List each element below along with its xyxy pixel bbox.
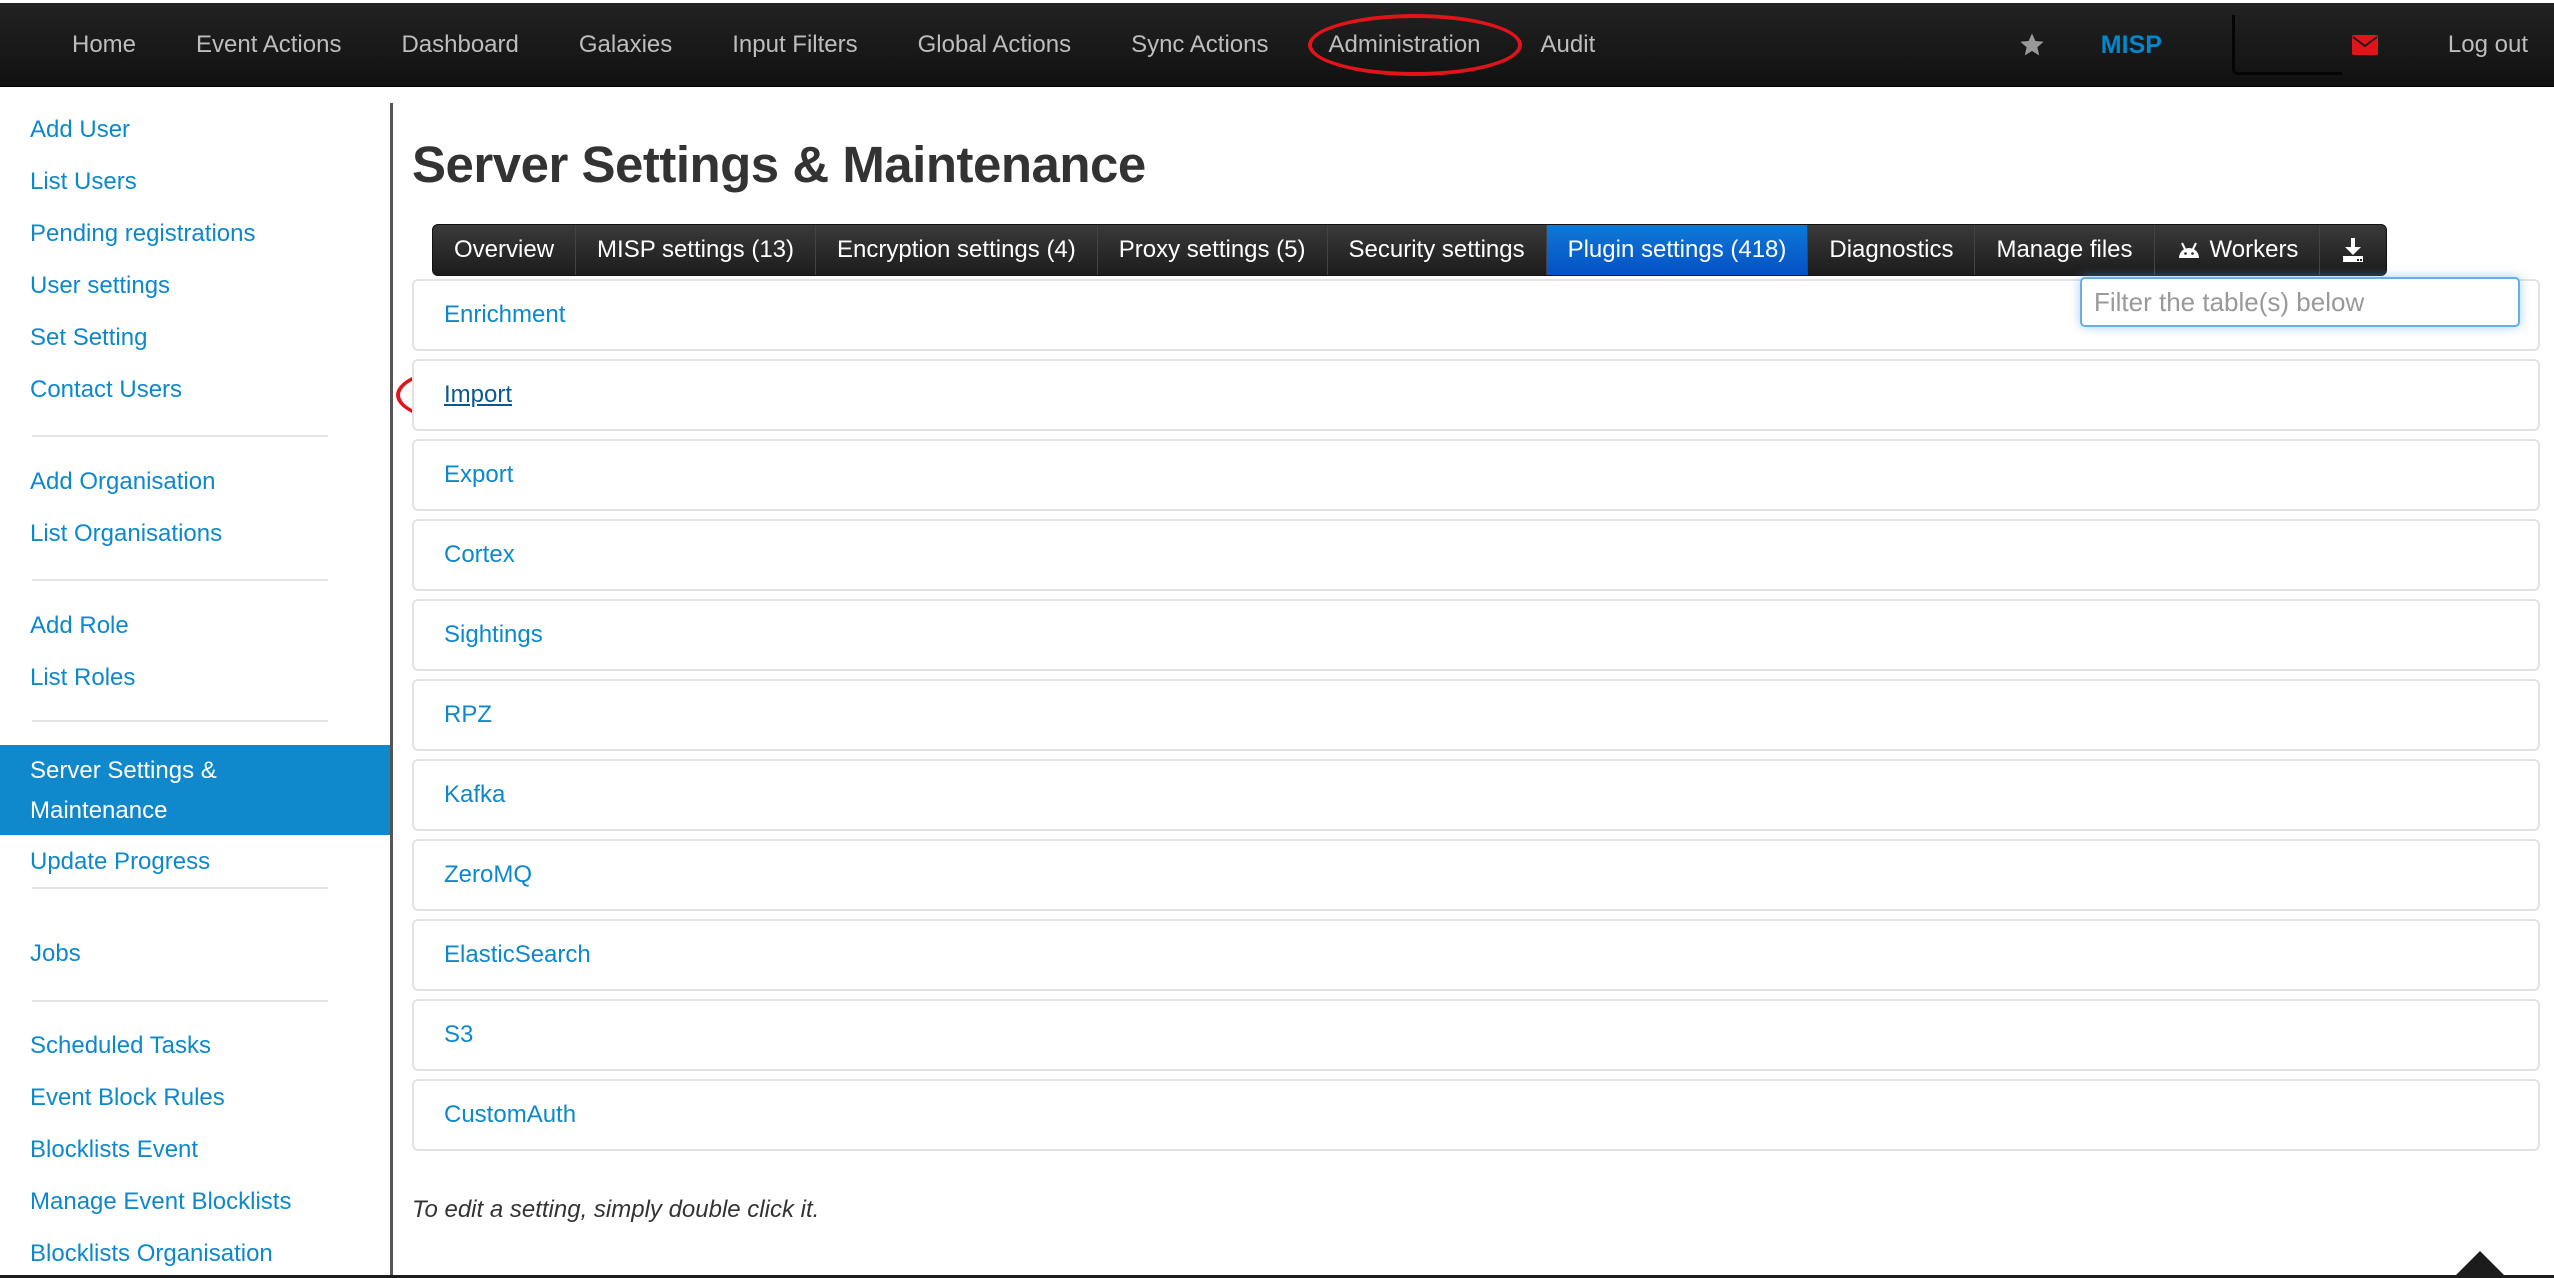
envelope-icon[interactable] [2351,35,2378,55]
nav-administration[interactable]: Administration [1298,3,1510,87]
tab-plugin-settings[interactable]: Plugin settings (418) [1546,225,1809,275]
edit-hint: To edit a setting, simply double click i… [412,1196,820,1223]
tab-download[interactable] [2320,225,2386,275]
sidebar-item-server-settings[interactable]: Server Settings & Maintenance [0,745,390,835]
sidebar-item-scheduled-tasks[interactable]: Scheduled Tasks [30,1031,211,1061]
settings-tabs: Overview MISP settings (13) Encryption s… [432,224,2388,276]
sidebar-item-manage-event-blocklists[interactable]: Manage Event Blocklists [30,1187,291,1217]
section-link-customauth[interactable]: CustomAuth [444,1081,576,1149]
list-item: CustomAuth [412,1079,2540,1151]
list-item: Sightings [412,599,2540,671]
sidebar-item-list-users[interactable]: List Users [30,167,137,197]
scroll-to-top-button[interactable] [2455,1251,2505,1276]
tab-overview[interactable]: Overview [433,225,577,275]
redacted-user-area [2231,15,2342,75]
sidebar-item-list-roles[interactable]: List Roles [30,663,135,693]
sidebar-item-blocklists-event[interactable]: Blocklists Event [30,1135,198,1165]
list-item: RPZ [412,679,2540,751]
nav-input-filters[interactable]: Input Filters [702,3,887,87]
sidebar-divider [32,887,328,889]
nav-global-actions[interactable]: Global Actions [888,3,1101,87]
nav-dashboard[interactable]: Dashboard [371,3,548,87]
sidebar-item-add-user[interactable]: Add User [30,115,130,145]
sidebar-item-user-settings[interactable]: User settings [30,271,170,301]
sidebar-divider [32,579,328,581]
list-item: ElasticSearch [412,919,2540,991]
sidebar: Add User List Users Pending registration… [0,0,390,1267]
section-link-s3[interactable]: S3 [444,1001,473,1069]
section-link-cortex[interactable]: Cortex [444,521,515,589]
sidebar-item-add-organisation[interactable]: Add Organisation [30,467,215,497]
section-link-kafka[interactable]: Kafka [444,761,505,829]
brand-link[interactable]: MISP [2101,31,2162,60]
list-item: S3 [412,999,2540,1071]
sidebar-divider [32,435,328,437]
sidebar-border [390,103,393,1278]
sidebar-item-contact-users[interactable]: Contact Users [30,375,182,405]
page-title: Server Settings & Maintenance [412,136,1146,193]
tab-workers-label: Workers [2209,236,2299,263]
tab-workers[interactable]: Workers [2155,225,2321,275]
logout-link[interactable]: Log out [2448,31,2528,59]
section-link-import[interactable]: Import [444,361,512,429]
list-item: Cortex [412,519,2540,591]
sidebar-item-event-block-rules[interactable]: Event Block Rules [30,1083,225,1113]
list-item: ZeroMQ [412,839,2540,911]
sidebar-divider [32,720,328,722]
section-link-sightings[interactable]: Sightings [444,601,543,669]
user-menu: MISP Log out [2018,3,2554,87]
list-item: Kafka [412,759,2540,831]
list-item: Import [412,359,2540,431]
filter-input[interactable] [2080,277,2520,327]
nav-galaxies[interactable]: Galaxies [549,3,702,87]
tab-manage-files[interactable]: Manage files [1975,225,2155,275]
section-link-export[interactable]: Export [444,441,513,509]
android-icon [2178,242,2199,258]
section-link-enrichment[interactable]: Enrichment [444,281,565,349]
nav-sync-actions[interactable]: Sync Actions [1101,3,1298,87]
tab-security-settings[interactable]: Security settings [1328,225,1547,275]
tab-encryption-settings[interactable]: Encryption settings (4) [816,225,1098,275]
download-icon [2343,238,2364,262]
sidebar-item-list-organisations[interactable]: List Organisations [30,519,222,549]
section-link-zeromq[interactable]: ZeroMQ [444,841,532,909]
sidebar-item-blocklists-organisation[interactable]: Blocklists Organisation [30,1239,273,1269]
tab-diagnostics[interactable]: Diagnostics [1808,225,1976,275]
sidebar-item-update-progress[interactable]: Update Progress [30,847,210,877]
sidebar-item-add-role[interactable]: Add Role [30,611,129,641]
sidebar-divider [32,1000,328,1002]
star-icon[interactable] [2018,31,2046,59]
nav-audit[interactable]: Audit [1511,3,1626,87]
list-item: Export [412,439,2540,511]
tab-proxy-settings[interactable]: Proxy settings (5) [1098,225,1328,275]
tab-misp-settings[interactable]: MISP settings (13) [576,225,816,275]
sidebar-item-jobs[interactable]: Jobs [30,939,81,969]
sidebar-item-pending-registrations[interactable]: Pending registrations [30,219,255,249]
section-link-elasticsearch[interactable]: ElasticSearch [444,921,591,989]
sidebar-item-set-setting[interactable]: Set Setting [30,323,147,353]
section-link-rpz[interactable]: RPZ [444,681,492,749]
